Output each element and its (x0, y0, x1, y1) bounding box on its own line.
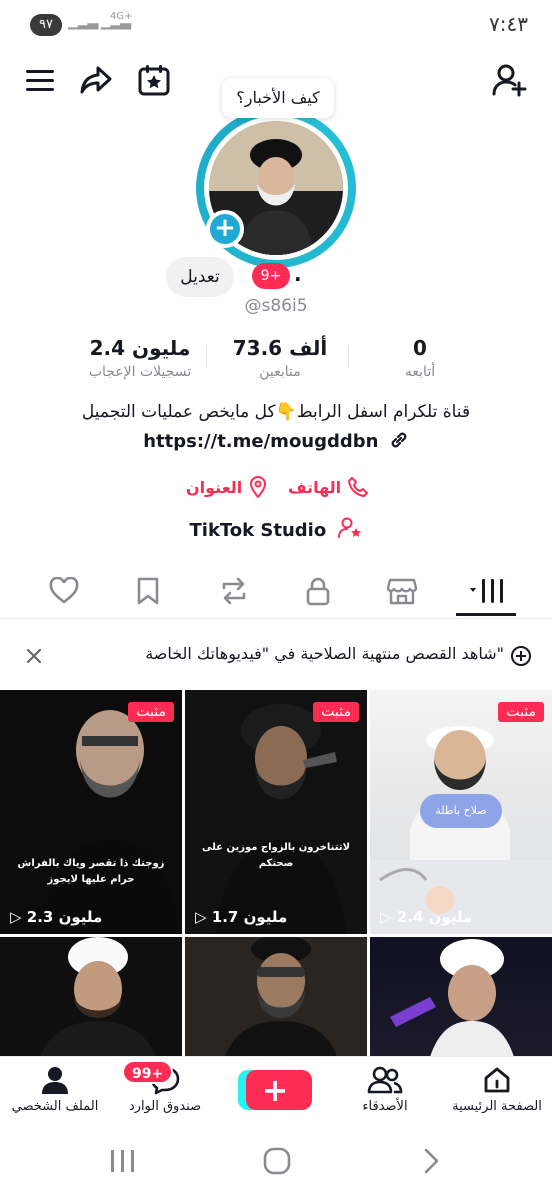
close-icon[interactable] (24, 646, 44, 666)
address-label: العنوان (186, 477, 243, 497)
tab-private[interactable] (298, 571, 338, 611)
tab-shop[interactable] (382, 571, 422, 611)
tab-favorites[interactable] (128, 571, 168, 611)
view-count: ▷ 1.7 مليون (195, 908, 288, 926)
view-count: ▷ 2.3 مليون (10, 908, 103, 926)
video-thumbnail[interactable]: صلاح باطلة مثبت ▷ 2.4 مليون (370, 690, 552, 934)
edit-profile-button[interactable]: تعديل (166, 257, 234, 297)
menu-button[interactable] (20, 60, 60, 100)
banner-text: شاهد القصص منتهية الصلاحية في "فيديوهاتك… (145, 644, 504, 663)
notification-badge[interactable]: 9+ (252, 263, 290, 289)
pinned-badge: مثبت (313, 702, 359, 722)
video-thumbnail[interactable]: زوجتك ذا تقصر وياك بالفراش حرام عليها لا… (0, 690, 182, 934)
play-icon: ▷ (380, 908, 392, 926)
likes-stat: 2.4 مليون تسجيلات الإعجاب (70, 336, 210, 380)
following-count: 0 (413, 336, 427, 360)
tab-liked[interactable] (44, 571, 84, 611)
play-icon: ▷ (195, 908, 207, 926)
nav-friends[interactable]: الأصدقاء (330, 1065, 440, 1114)
nav-friends-label: الأصدقاء (362, 1099, 408, 1114)
studio-person-star-icon (337, 517, 361, 538)
tab-reposts[interactable] (214, 571, 254, 611)
repost-icon (222, 577, 246, 605)
following-stat[interactable]: 0 أتابعه (350, 336, 490, 380)
nav-home-label: الصفحة الرئيسية (452, 1099, 542, 1114)
share-button[interactable] (76, 60, 116, 100)
likes-count: 2.4 مليون (89, 336, 191, 360)
hamburger-menu-icon (26, 70, 54, 91)
phone-button[interactable]: الهاتف (288, 476, 369, 498)
followers-label: متابعين (259, 364, 301, 380)
address-button[interactable]: العنوان (186, 476, 268, 498)
status-bar: ٧:٤٣ ٩٧ ▁▂▃ ▁▂▃ 4G+ (0, 0, 552, 50)
calendar-star-icon (138, 65, 170, 96)
back-chevron-icon[interactable] (418, 1146, 444, 1176)
pinned-badge: مثبت (128, 702, 174, 722)
shop-icon (386, 578, 418, 605)
nav-profile-label: الملف الشخصي (11, 1099, 99, 1114)
videos-grid-icon (470, 579, 503, 603)
bio-text: قناة تلكرام اسفل الرابط👇كل مايخص عمليات … (81, 402, 471, 422)
following-label: أتابعه (404, 364, 436, 380)
person-plus-icon (492, 64, 527, 97)
video-thumbnail[interactable] (185, 937, 367, 1057)
recent-apps-icon[interactable] (108, 1148, 138, 1174)
inbox-badge: 99+ (122, 1060, 174, 1084)
status-bubble[interactable]: كيف الأخبار؟ (222, 78, 334, 118)
bio-link-row[interactable]: https://t.me/mougddbn (0, 430, 552, 452)
stat-divider (348, 346, 349, 368)
tiktok-studio-link[interactable]: TikTok Studio (0, 517, 552, 541)
link-icon (391, 432, 407, 448)
add-circle-icon (511, 646, 531, 666)
location-pin-icon (250, 476, 267, 498)
share-arrow-icon (80, 66, 112, 94)
home-icon (484, 1067, 510, 1093)
plus-icon: + (261, 1071, 289, 1109)
lock-icon (306, 577, 330, 606)
video-caption: لاتتناخرون بالزواج موزين على صحتكم (201, 842, 351, 869)
bio-link[interactable]: https://t.me/mougddbn (143, 431, 378, 452)
phone-icon (348, 477, 369, 497)
system-navigation (0, 1138, 552, 1196)
expired-stories-banner[interactable]: شاهد القصص منتهية الصلاحية في "فيديوهاتك… (0, 634, 552, 678)
create-button[interactable]: + (238, 1070, 312, 1110)
display-name: . (294, 262, 302, 286)
calendar-button[interactable] (134, 60, 174, 100)
username: @s86i5 (244, 296, 308, 316)
bookmark-icon (137, 577, 159, 605)
followers-count: 73.6 ألف (232, 336, 328, 360)
friends-icon (367, 1066, 403, 1094)
play-icon: ▷ (10, 908, 22, 926)
profile-person-icon (42, 1067, 68, 1094)
add-friend-button[interactable] (490, 60, 530, 100)
video-sticker: صلاح باطلة (420, 794, 502, 828)
likes-label: تسجيلات الإعجاب (88, 364, 192, 380)
video-thumbnail[interactable] (370, 937, 552, 1057)
battery-icon: ٩٧ (30, 14, 62, 36)
video-thumbnail[interactable]: لاتتناخرون بالزواج موزين على صحتكم مثبت … (185, 690, 367, 934)
view-count: ▷ 2.4 مليون (380, 908, 473, 926)
status-time: ٧:٤٣ (489, 12, 528, 36)
heart-icon (49, 577, 79, 604)
nav-profile[interactable]: الملف الشخصي (0, 1065, 110, 1114)
network-type: 4G+ (110, 11, 133, 22)
video-caption: زوجتك ذا تقصر وياك بالفراش حرام عليها لا… (17, 858, 165, 885)
tab-videos[interactable] (466, 571, 510, 611)
stat-divider (206, 346, 207, 368)
phone-label: الهاتف (288, 477, 342, 497)
home-circle-icon[interactable] (262, 1146, 292, 1176)
add-avatar-button[interactable]: + (206, 210, 244, 248)
active-tab-indicator (456, 613, 516, 616)
followers-stat[interactable]: 73.6 ألف متابعين (210, 336, 350, 380)
video-thumbnail[interactable] (0, 937, 182, 1057)
nav-inbox-label: صندوق الوارد (128, 1099, 202, 1114)
content-tabs (0, 565, 552, 619)
studio-label: TikTok Studio (189, 520, 327, 541)
pinned-badge: مثبت (498, 702, 544, 722)
nav-home[interactable]: الصفحة الرئيسية (442, 1065, 552, 1114)
